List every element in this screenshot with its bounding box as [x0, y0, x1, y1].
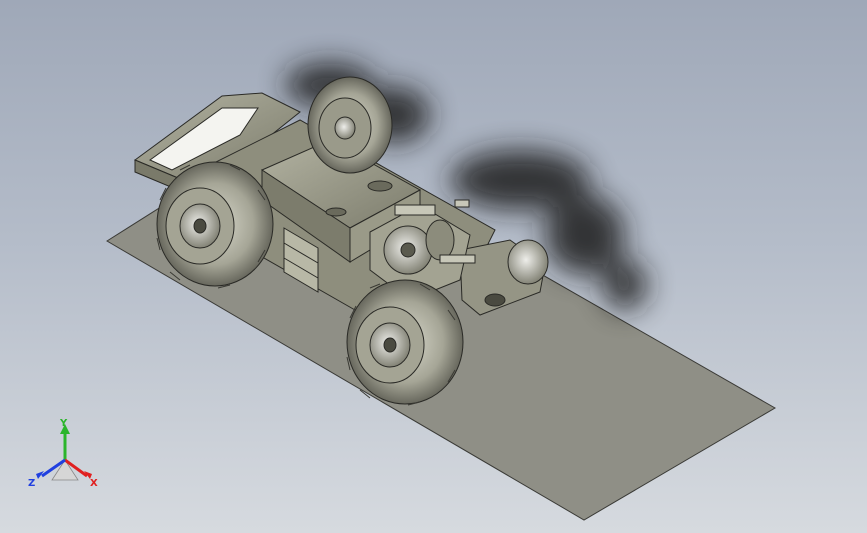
x-axis-label: X: [90, 478, 98, 489]
cad-3d-viewport[interactable]: [0, 0, 867, 533]
z-axis-label: Z: [28, 478, 35, 489]
y-axis-label: Y: [59, 418, 68, 429]
orientation-triad[interactable]: Y X Z: [22, 418, 108, 496]
wheel-rear-left: [307, 76, 393, 174]
triad-base-plane: [51, 459, 79, 481]
wheel-front-right: [346, 279, 464, 406]
